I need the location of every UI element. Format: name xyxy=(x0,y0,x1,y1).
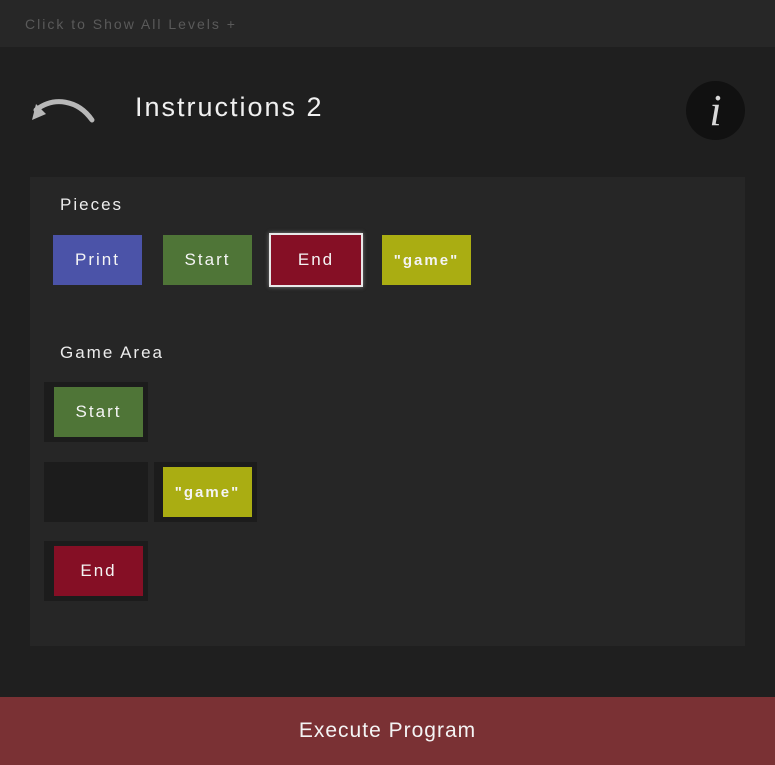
info-icon: i xyxy=(709,85,722,135)
placed-piece-end[interactable]: End xyxy=(54,546,143,596)
piece-start[interactable]: Start xyxy=(163,235,252,285)
piece-game-string[interactable]: "game" xyxy=(382,235,471,285)
show-all-levels-toggle[interactable]: Click to Show All Levels + xyxy=(25,16,237,32)
placed-piece-game-string[interactable]: "game" xyxy=(163,467,252,517)
execute-program-button[interactable]: Execute Program xyxy=(0,697,775,765)
piece-end[interactable]: End xyxy=(271,235,361,285)
page-title: Instructions 2 xyxy=(135,92,324,122)
info-button[interactable]: i xyxy=(686,81,745,140)
pieces-label: Pieces xyxy=(60,195,124,214)
placed-piece-start[interactable]: Start xyxy=(54,387,143,437)
game-area-label: Game Area xyxy=(60,343,164,362)
piece-print[interactable]: Print xyxy=(53,235,142,285)
back-button[interactable] xyxy=(26,92,98,132)
top-bar: Click to Show All Levels + xyxy=(0,0,775,47)
back-arrow-icon xyxy=(32,99,95,123)
level-panel: Pieces Print Start End "game" Game Area … xyxy=(30,177,745,646)
game-area-slot-empty[interactable] xyxy=(44,462,148,522)
